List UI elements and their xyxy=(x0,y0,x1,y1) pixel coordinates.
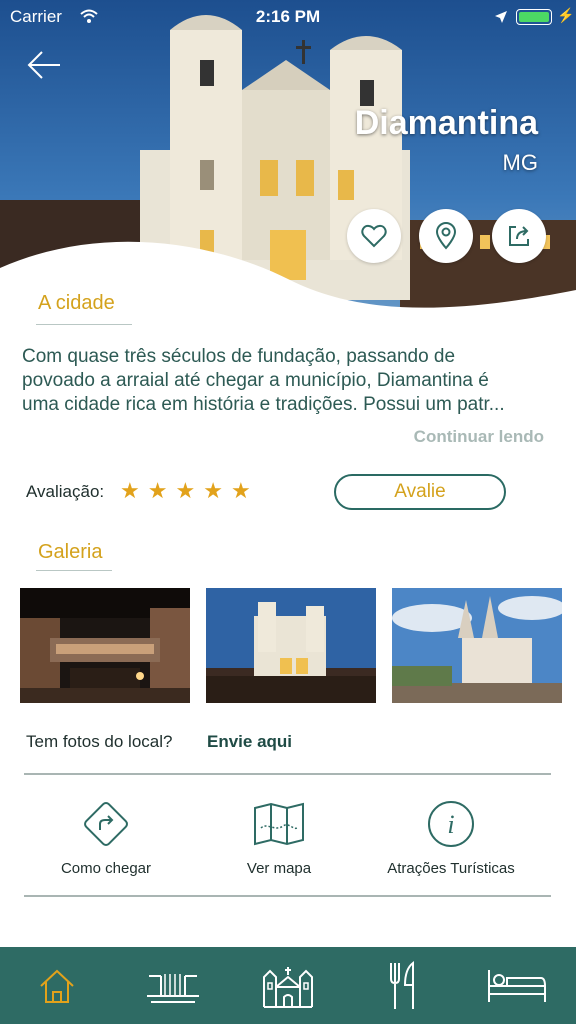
section-underline xyxy=(36,324,132,325)
waterfall-icon xyxy=(147,974,199,1003)
back-button[interactable] xyxy=(26,48,62,82)
continue-reading-link[interactable]: Continuar lendo xyxy=(414,427,544,447)
rating-label: Avaliação: xyxy=(26,482,105,501)
section-underline xyxy=(36,570,112,571)
bed-icon xyxy=(488,970,546,1002)
home-icon xyxy=(40,969,74,1003)
church-photo xyxy=(206,588,376,703)
favorite-button[interactable] xyxy=(347,209,401,263)
tab-nature[interactable] xyxy=(138,961,208,1011)
action-label: Como chegar xyxy=(60,860,152,877)
bottom-tab-bar xyxy=(0,947,576,1024)
page-title: Diamantina xyxy=(354,104,538,142)
location-arrow-icon xyxy=(494,9,508,29)
divider xyxy=(24,773,551,775)
section-title-city: A cidade xyxy=(38,292,115,314)
status-bar: Carrier 2:16 PM ⚡ xyxy=(0,0,576,34)
attractions-action[interactable]: i Atrações Turísticas xyxy=(356,798,546,877)
state-label: MG xyxy=(502,150,538,175)
svg-text:i: i xyxy=(447,810,454,839)
clock: 2:16 PM xyxy=(255,7,321,26)
star-icon: ★ xyxy=(175,478,196,503)
tab-restaurants[interactable] xyxy=(368,961,438,1011)
gallery-photo[interactable] xyxy=(206,588,376,703)
charging-icon: ⚡ xyxy=(557,7,575,23)
gallery-photo[interactable] xyxy=(20,588,190,703)
map-action[interactable]: Ver mapa xyxy=(184,798,374,877)
action-label: Atrações Turísticas xyxy=(387,860,515,877)
star-icon: ★ xyxy=(120,478,140,503)
tab-churches[interactable] xyxy=(253,961,323,1011)
battery-icon xyxy=(516,9,552,25)
rating-stars: ★ ★ ★ ★ ★ xyxy=(120,478,251,504)
arrow-left-icon xyxy=(27,51,60,79)
star-icon: ★ xyxy=(230,478,251,503)
restaurant-icon xyxy=(390,961,414,1009)
hero-image: Carrier 2:16 PM ⚡ Diamantina MG xyxy=(0,0,576,330)
city-description: Com quase três séculos de fundação, pass… xyxy=(22,345,556,417)
description-line: povoado a arraial até chegar a município… xyxy=(22,370,489,391)
street-night-photo xyxy=(20,588,190,703)
divider xyxy=(24,895,551,897)
star-icon: ★ xyxy=(203,478,223,503)
rate-button[interactable]: Avalie xyxy=(334,474,506,510)
share-icon xyxy=(509,226,529,246)
star-icon: ★ xyxy=(147,478,168,503)
send-photos-link[interactable]: Envie aqui xyxy=(207,732,292,752)
location-button[interactable] xyxy=(419,209,473,263)
tab-home[interactable] xyxy=(22,961,92,1011)
info-icon: i xyxy=(428,801,474,847)
directions-action[interactable]: Como chegar xyxy=(11,798,201,877)
description-line: Com quase três séculos de fundação, pass… xyxy=(22,346,456,367)
heart-icon xyxy=(361,224,387,248)
map-pin-icon xyxy=(435,222,457,250)
description-line: uma cidade rica em história e tradições.… xyxy=(22,394,505,415)
section-title-gallery: Galeria xyxy=(38,541,103,563)
action-label: Ver mapa xyxy=(246,860,312,877)
gallery-photo[interactable] xyxy=(392,588,562,703)
photos-prompt: Tem fotos do local? xyxy=(26,732,173,751)
gothic-church-photo xyxy=(392,588,562,703)
church-photo xyxy=(0,0,576,330)
church-icon xyxy=(263,967,313,1008)
share-button[interactable] xyxy=(492,209,546,263)
tab-lodging[interactable] xyxy=(482,961,552,1011)
directions-icon xyxy=(84,802,128,846)
map-icon xyxy=(254,802,304,846)
